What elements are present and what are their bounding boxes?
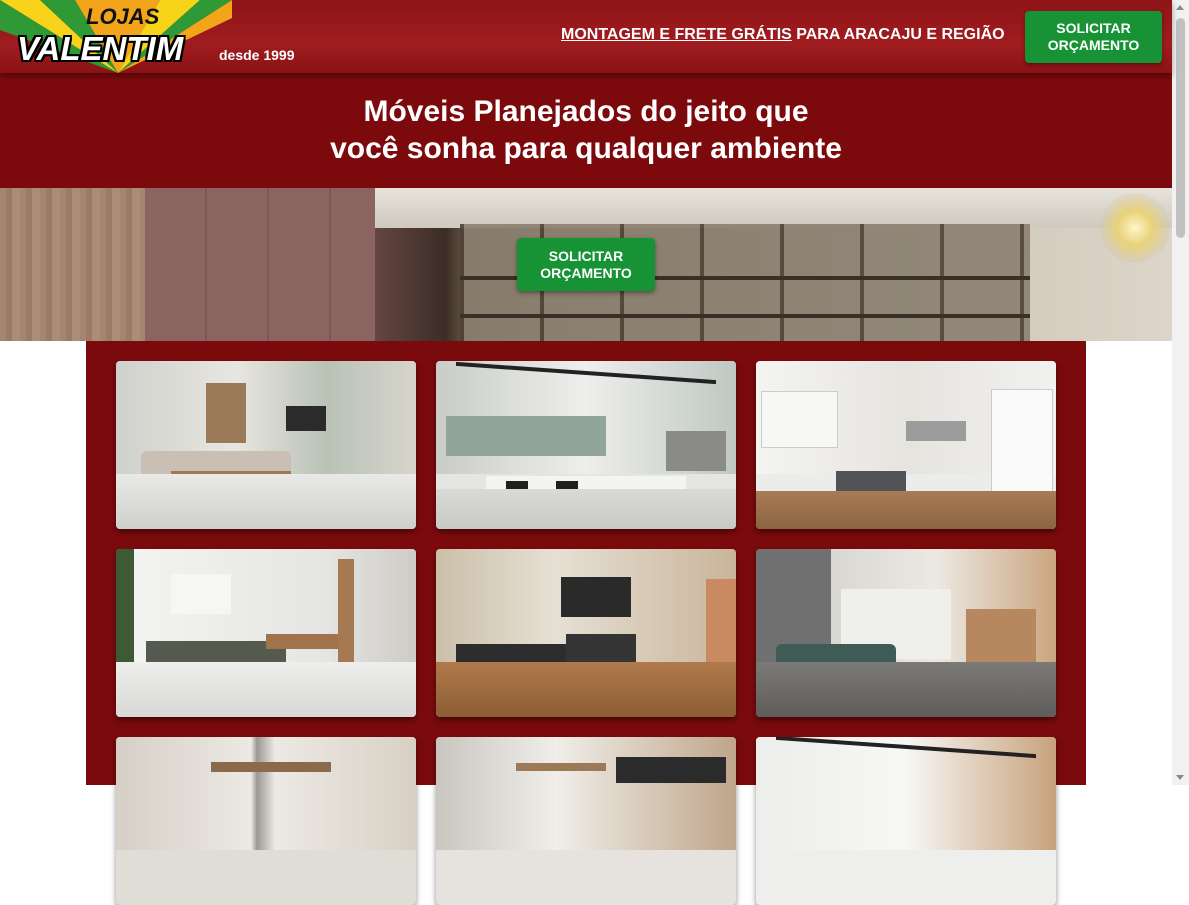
- gallery-item-room-9[interactable]: [756, 737, 1056, 905]
- headline-band: Móveis Planejados do jeito que você sonh…: [0, 73, 1172, 188]
- gallery-item-white-kitchen[interactable]: [756, 361, 1056, 529]
- logo-top-text: LOJAS: [86, 4, 160, 29]
- promo-rest: PARA ARACAJU E REGIÃO: [791, 26, 1005, 43]
- gallery-item-room-8[interactable]: [436, 737, 736, 905]
- header-quote-label: SOLICITAR ORÇAMENTO: [1047, 20, 1140, 53]
- lamp-graphic: [1100, 193, 1170, 263]
- gallery-item-green-kitchen[interactable]: [116, 549, 416, 717]
- header-quote-button[interactable]: SOLICITAR ORÇAMENTO: [1025, 11, 1162, 63]
- gallery-item-living-room[interactable]: [116, 361, 416, 529]
- gallery-item-bedroom[interactable]: [756, 549, 1056, 717]
- logo-since-text: desde 1999: [219, 47, 295, 63]
- promo-text: MONTAGEM E FRETE GRÁTIS PARA ARACAJU E R…: [561, 26, 1005, 44]
- gallery-item-room-7[interactable]: [116, 737, 416, 905]
- scroll-down-icon[interactable]: [1176, 775, 1184, 780]
- scroll-up-icon[interactable]: [1176, 5, 1184, 10]
- gallery-item-office[interactable]: [436, 361, 736, 529]
- hero-quote-label: SOLICITAR ORÇAMENTO: [540, 247, 632, 281]
- title-line-1: Móveis Planejados do jeito que: [363, 95, 809, 128]
- gallery-item-dark-kitchen[interactable]: [436, 549, 736, 717]
- scroll-thumb[interactable]: [1176, 18, 1185, 238]
- page-title: Móveis Planejados do jeito que você sonh…: [0, 93, 1172, 167]
- promo-link[interactable]: MONTAGEM E FRETE GRÁTIS: [561, 26, 792, 43]
- title-line-2: você sonha para qualquer ambiente: [330, 132, 842, 165]
- page-scrollbar[interactable]: [1172, 0, 1189, 785]
- hero-quote-button[interactable]: SOLICITAR ORÇAMENTO: [517, 238, 655, 291]
- logo-name-text: VALENTIM: [17, 30, 184, 67]
- gallery: [86, 341, 1086, 905]
- logo[interactable]: LOJAS VALENTIM desde 1999: [0, 0, 300, 73]
- site-header: LOJAS VALENTIM desde 1999 MONTAGEM E FRE…: [0, 0, 1172, 73]
